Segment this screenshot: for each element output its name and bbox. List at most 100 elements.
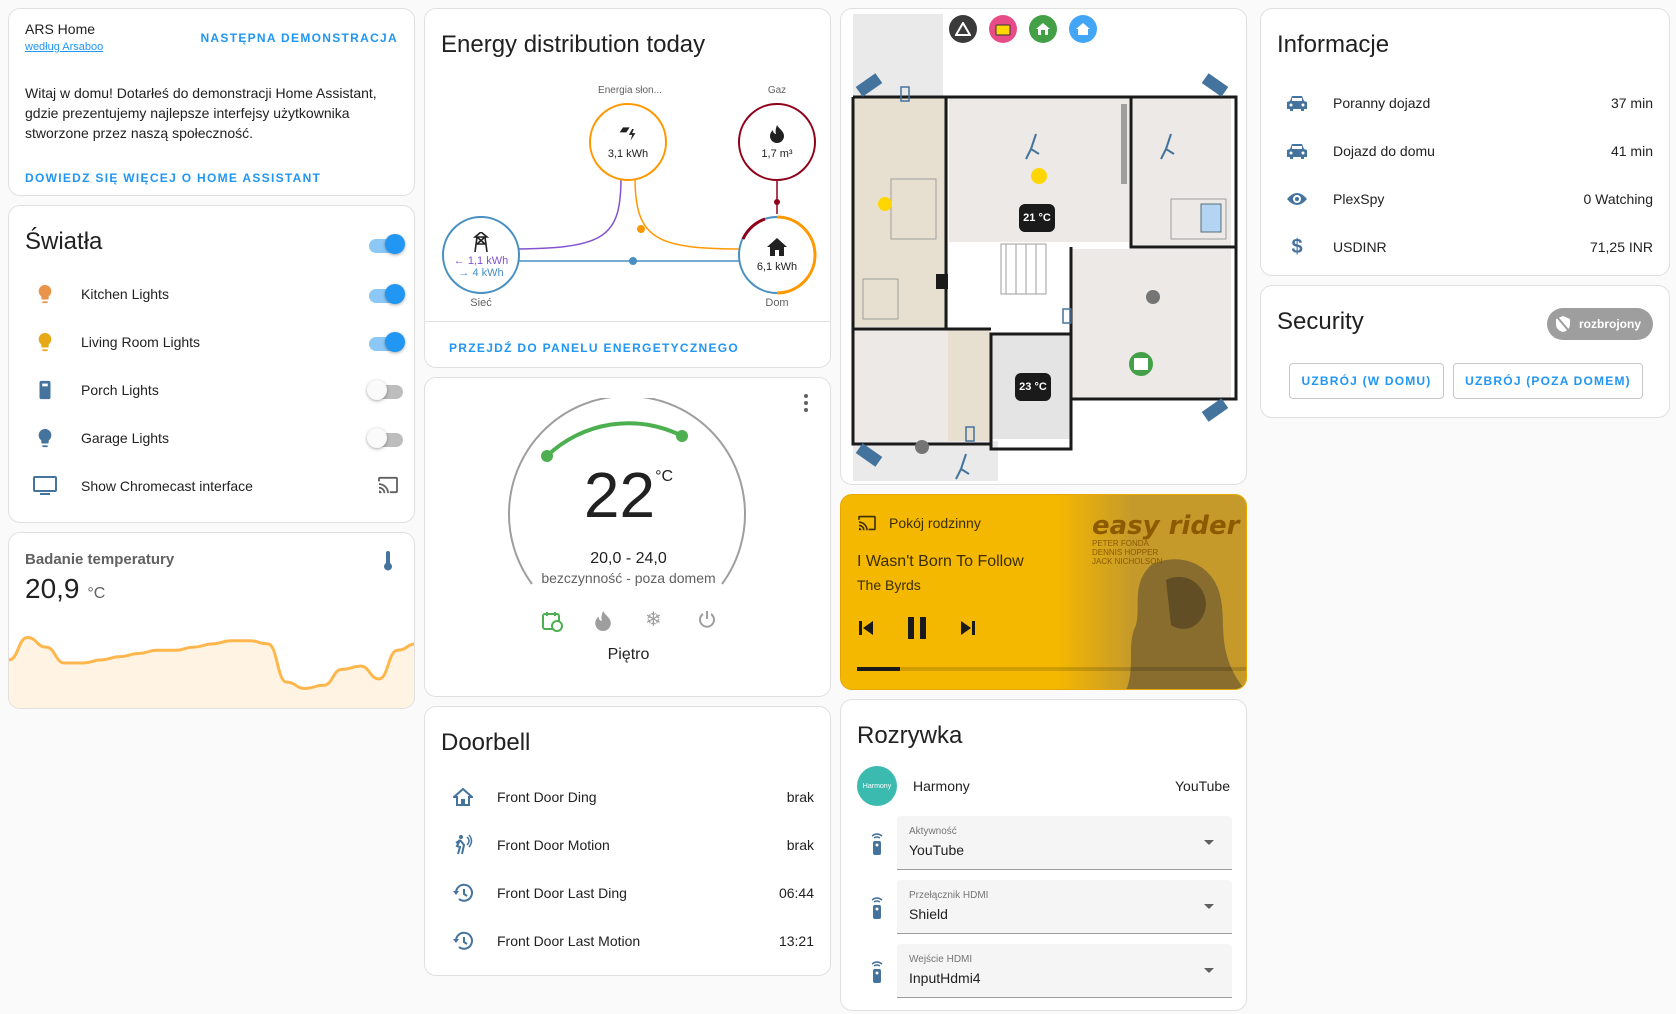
light-label: Living Room Lights (81, 334, 201, 350)
living-room-lights-toggle[interactable] (367, 332, 405, 352)
history-icon (449, 927, 477, 955)
info-row[interactable]: Dojazd do domu 41 min (1277, 131, 1653, 171)
next-track-button[interactable] (959, 619, 977, 640)
doorbell-value: brak (786, 837, 814, 853)
harmony-name[interactable]: Harmony (913, 778, 970, 794)
media-progress-bar[interactable] (857, 667, 1246, 671)
dollar-icon: $ (1291, 235, 1303, 258)
home-icon (767, 237, 787, 259)
hdmi-input-select[interactable]: Wejście HDMI InputHdmi4 (897, 944, 1232, 998)
arm-home-button[interactable]: UZBRÓJ (W DOMU) (1289, 363, 1444, 399)
doorbell-label: Front Door Ding (497, 789, 597, 805)
info-title: Informacje (1277, 31, 1390, 58)
porch-lights-toggle[interactable] (367, 380, 403, 400)
media-artist: The Byrds (857, 577, 921, 593)
grid-label: Sieć (470, 297, 492, 309)
floorplan-temp-1-value: 21 °C (1023, 212, 1051, 224)
grid-out-value: 1,1 kWh (467, 254, 509, 267)
light-label: Garage Lights (81, 430, 169, 446)
garage-lights-toggle[interactable] (367, 428, 403, 448)
info-list: Poranny dojazd 37 min Dojazd do domu 41 … (1277, 83, 1653, 275)
doorbell-value: brak (786, 789, 814, 805)
grid-consumption: → 4 kWh (458, 266, 504, 279)
album-credit-2: DENNIS HOPPER (1092, 548, 1159, 557)
info-row[interactable]: Poranny dojazd 37 min (1277, 83, 1653, 123)
thermostat-unit: °C (655, 468, 674, 485)
previous-track-button[interactable] (857, 619, 875, 640)
lightbulb-icon (31, 424, 59, 452)
motion-sensor-icon (449, 831, 477, 859)
info-label: Dojazd do domu (1333, 143, 1435, 159)
floorplan-card[interactable]: 21 °C 23 °C (840, 8, 1247, 485)
grid-node[interactable]: ← 1,1 kWh → 4 kWh (443, 217, 519, 293)
info-value: 37 min (1610, 95, 1653, 111)
next-demo-button[interactable]: NASTĘPNA DEMONSTRACJA (200, 31, 398, 45)
divider (425, 321, 830, 322)
media-progress-fill (857, 667, 900, 671)
schedule-icon[interactable] (541, 610, 563, 635)
doorbell-row[interactable]: Front Door Motion brak (441, 825, 814, 865)
doorbell-row[interactable]: Front Door Ding brak (441, 777, 814, 817)
eye-icon (1283, 185, 1311, 213)
solar-value: 3,1 kWh (607, 147, 649, 160)
solar-node[interactable]: 3,1 kWh (590, 104, 666, 180)
select-row-hdmi-switch: Przełącznik HDMI Shield (841, 880, 1246, 940)
arm-away-button[interactable]: UZBRÓJ (POZA DOMEM) (1453, 363, 1643, 399)
album-art: easy rider PETER FONDA DENNIS HOPPER JAC… (1056, 495, 1246, 689)
light-label: Kitchen Lights (81, 286, 169, 302)
lamp-icon (31, 376, 59, 404)
alarm-state-text: rozbrojony (1579, 317, 1641, 331)
floorplan-temp-1[interactable]: 21 °C (1019, 204, 1055, 232)
temperature-value: 20,9 (25, 573, 80, 604)
temperature-card[interactable]: Badanie temperatury 20,9 °C (8, 532, 415, 709)
doorbell-value: 13:21 (778, 933, 814, 949)
car-icon (1283, 137, 1311, 165)
floorplan-temp-2[interactable]: 23 °C (1015, 373, 1051, 401)
lights-title: Światła (25, 228, 103, 255)
car-icon (1283, 89, 1311, 117)
info-row[interactable]: PlexSpy 0 Watching (1277, 179, 1653, 219)
dropdown-arrow-icon (1204, 968, 1214, 973)
entertainment-card: Rozrywka Harmony Harmony YouTube Aktywno… (840, 699, 1247, 1011)
doorbell-value: 06:44 (778, 885, 814, 901)
snowflake-icon[interactable]: ❄ (645, 610, 662, 630)
author-link[interactable]: według Arsaboo (25, 41, 103, 53)
light-row-kitchen[interactable]: Kitchen Lights (9, 274, 414, 314)
thermometer-icon (382, 551, 394, 574)
flame-icon[interactable] (595, 611, 611, 634)
lightbulb-icon (31, 280, 59, 308)
lightbulb-icon (31, 328, 59, 356)
learn-more-link[interactable]: DOWIEDZ SIĘ WIĘCEJ O HOME ASSISTANT (25, 171, 321, 185)
thermostat-range: 20,0 - 24,0 (590, 550, 667, 567)
cast-icon[interactable] (377, 476, 399, 497)
lights-master-toggle[interactable] (367, 234, 405, 254)
light-row-chromecast[interactable]: Show Chromecast interface (9, 466, 414, 506)
alarm-state-badge[interactable]: rozbrojony (1547, 308, 1653, 340)
light-row-garage[interactable]: Garage Lights (9, 418, 414, 458)
thermostat-name: Piętro (607, 646, 650, 663)
energy-title: Energy distribution today (441, 31, 706, 58)
light-row-porch[interactable]: Porch Lights (9, 370, 414, 410)
transmission-tower-icon (472, 230, 490, 255)
activity-select[interactable]: Aktywność YouTube (897, 816, 1232, 870)
light-row-living-room[interactable]: Living Room Lights (9, 322, 414, 362)
energy-dashboard-link[interactable]: PRZEJDŹ DO PANELU ENERGETYCZNEGO (449, 341, 739, 355)
gas-node[interactable]: 1,7 m³ (739, 104, 815, 180)
thermostat-status: bezczynność - poza domem (541, 570, 716, 586)
hdmi-switch-select[interactable]: Przełącznik HDMI Shield (897, 880, 1232, 934)
light-label: Show Chromecast interface (81, 478, 253, 494)
select-value: InputHdmi4 (909, 970, 981, 986)
power-icon[interactable] (697, 610, 717, 633)
doorbell-row[interactable]: Front Door Last Motion 13:21 (441, 921, 814, 961)
kitchen-lights-toggle[interactable] (367, 284, 405, 304)
info-row[interactable]: $ USDINR 71,25 INR (1277, 227, 1653, 267)
select-value: Shield (909, 906, 948, 922)
info-label: Poranny dojazd (1333, 95, 1431, 111)
pause-button[interactable] (905, 615, 929, 644)
harmony-avatar: Harmony (857, 766, 897, 806)
doorbell-label: Front Door Last Motion (497, 933, 641, 949)
shield-off-icon (1555, 315, 1571, 333)
doorbell-row[interactable]: Front Door Last Ding 06:44 (441, 873, 814, 913)
home-node[interactable]: 6,1 kWh (739, 217, 815, 293)
cast-icon (857, 515, 877, 534)
